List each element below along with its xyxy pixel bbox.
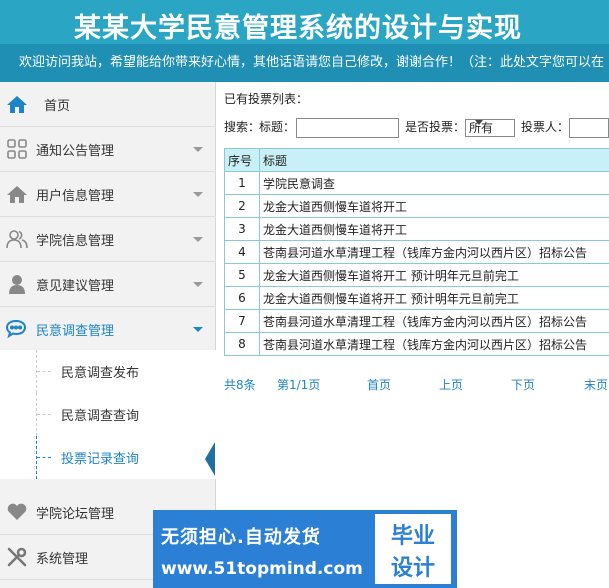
row-index: 4 (224, 240, 260, 264)
row-index: 8 (224, 332, 260, 356)
search-label: 搜索： (224, 120, 261, 134)
ad-banner[interactable]: 无须担心.自动发货 www.51topmind.com 毕业 设计 (153, 510, 457, 588)
row-index: 6 (224, 286, 260, 310)
last-page-link[interactable]: 末页 (584, 376, 608, 393)
chevron-down-icon (193, 147, 203, 152)
search-bar: 搜索： 标题： 是否投票： 所有 投票人： (224, 118, 609, 138)
app-title: 某某大学民意管理系统的设计与实现 (74, 13, 522, 44)
sidebar-item-users[interactable]: 用户信息管理 (0, 172, 216, 217)
title-search-input[interactable] (296, 118, 399, 138)
voted-select[interactable]: 所有 (465, 119, 515, 137)
sidebar-item-advice[interactable]: 意见建议管理 (0, 262, 216, 307)
table-row[interactable]: 3 龙金大道西侧慢车道将开工 (224, 217, 609, 241)
ad-badge: 毕业 设计 (375, 514, 451, 584)
table-row[interactable]: 7 苍南县河道水草清理工程（钱库方金内河以西片区）招标公告 (224, 309, 609, 333)
ad-url: www.51topmind.com (161, 559, 363, 579)
row-title[interactable]: 龙金大道西侧慢车道将开工 预计明年元旦前完工 (259, 263, 609, 287)
subitem-label: 投票记录查询 (61, 452, 140, 467)
tree-dash (37, 457, 51, 458)
column-header: 标题 (259, 148, 609, 172)
table-row[interactable]: 4 苍南县河道水草清理工程（钱库方金内河以西片区）招标公告 (224, 240, 609, 264)
prev-page-link[interactable]: 上页 (439, 376, 463, 393)
pagination: 共8条 第1/1页 首页 上页 下页 末页 (224, 376, 609, 392)
pager-page: 第1/1页 (277, 378, 321, 392)
row-title[interactable]: 苍南县河道水草清理工程（钱库方金内河以西片区）招标公告 (259, 332, 609, 356)
subitem-survey-query[interactable]: 民意调查查询 (0, 393, 216, 436)
voted-label: 是否投票： (405, 120, 466, 134)
vote-table: 序号 标题 1 学院民意调查 2 龙金大道西侧慢车道将开工 3 龙金大道西侧慢车道将开工 4… (224, 148, 609, 356)
next-page-link[interactable]: 下页 (511, 376, 535, 393)
header-bar: 某某大学民意管理系统的设计与实现 (0, 0, 609, 44)
page-title: 已有投票列表： (224, 92, 309, 106)
sidebar-item-label: 学院论坛管理 (36, 506, 115, 522)
table-row[interactable]: 2 龙金大道西侧慢车道将开工 (224, 194, 609, 218)
chevron-down-icon (193, 327, 203, 332)
sidebar-item-label: 用户信息管理 (36, 188, 115, 204)
wrench-icon (6, 546, 28, 568)
marquee-notice: 欢迎访问我站，希望能给你带来好心情，其他话语请您自己修改，谢谢合作！（注：此处文… (0, 44, 609, 82)
sidebar-item-college[interactable]: 学院信息管理 (0, 217, 216, 262)
home-icon (6, 183, 28, 205)
table-row[interactable]: 1 学院民意调查 (224, 171, 609, 195)
active-indicator (205, 442, 215, 476)
heart-icon (6, 501, 28, 523)
row-title[interactable]: 龙金大道西侧慢车道将开工 (259, 217, 609, 241)
sidebar-item-label: 通知公告管理 (36, 143, 115, 159)
chevron-down-icon (475, 120, 483, 125)
table-row[interactable]: 8 苍南县河道水草清理工程（钱库方金内河以西片区）招标公告 (224, 332, 609, 356)
row-index: 1 (224, 171, 260, 195)
table-row[interactable]: 5 龙金大道西侧慢车道将开工 预计明年元旦前完工 (224, 263, 609, 287)
sidebar-item-label: 系统管理 (36, 551, 89, 567)
chat-icon (6, 318, 28, 340)
subitem-vote-records[interactable]: 投票记录查询 (0, 436, 216, 479)
row-title[interactable]: 学院民意调查 (259, 171, 609, 195)
title-label: 标题： (259, 120, 296, 134)
chevron-down-icon (193, 192, 203, 197)
row-title[interactable]: 龙金大道西侧慢车道将开工 (259, 194, 609, 218)
voter-label: 投票人： (521, 120, 570, 134)
first-page-link[interactable]: 首页 (367, 376, 391, 393)
tree-dash (37, 414, 51, 415)
row-index: 3 (224, 217, 260, 241)
row-index: 5 (224, 263, 260, 287)
sidebar-item-label: 民意调查管理 (36, 323, 115, 339)
sidebar-item-label: 首页 (44, 98, 71, 114)
table-row[interactable]: 6 龙金大道西侧慢车道将开工 预计明年元旦前完工 (224, 286, 609, 310)
row-index: 2 (224, 194, 260, 218)
chevron-down-icon (193, 282, 203, 287)
column-header: 序号 (224, 148, 260, 172)
sidebar-item-notice[interactable]: 通知公告管理 (0, 127, 216, 172)
users-icon (6, 228, 28, 250)
ad-line1: 无须担心.自动发货 (161, 527, 321, 548)
row-index: 7 (224, 309, 260, 333)
row-title[interactable]: 苍南县河道水草清理工程（钱库方金内河以西片区）招标公告 (259, 240, 609, 264)
subitem-label: 民意调查查询 (61, 409, 140, 424)
sidebar-item-label: 意见建议管理 (36, 278, 115, 294)
sidebar-item-survey[interactable]: 民意调查管理 (0, 307, 216, 352)
subitem-label: 民意调查发布 (61, 366, 140, 381)
row-title[interactable]: 苍南县河道水草清理工程（钱库方金内河以西片区）招标公告 (259, 309, 609, 333)
chevron-down-icon (193, 237, 203, 242)
voter-search-input[interactable] (569, 118, 609, 138)
sidebar-item-label: 学院信息管理 (36, 233, 115, 249)
ad-badge-line2: 设计 (390, 556, 435, 581)
pager-total: 共8条 (224, 378, 256, 392)
ad-badge-line1: 毕业 (390, 524, 435, 549)
tree-dash (37, 371, 51, 372)
user-icon (6, 273, 28, 295)
row-title[interactable]: 龙金大道西侧慢车道将开工 预计明年元旦前完工 (259, 286, 609, 310)
subitem-survey-publish[interactable]: 民意调查发布 (0, 350, 216, 393)
sidebar-item-home[interactable]: 首页 (0, 82, 216, 127)
table-header-row: 序号 标题 (224, 148, 609, 172)
grid-icon (6, 138, 28, 160)
home-icon (6, 93, 28, 115)
